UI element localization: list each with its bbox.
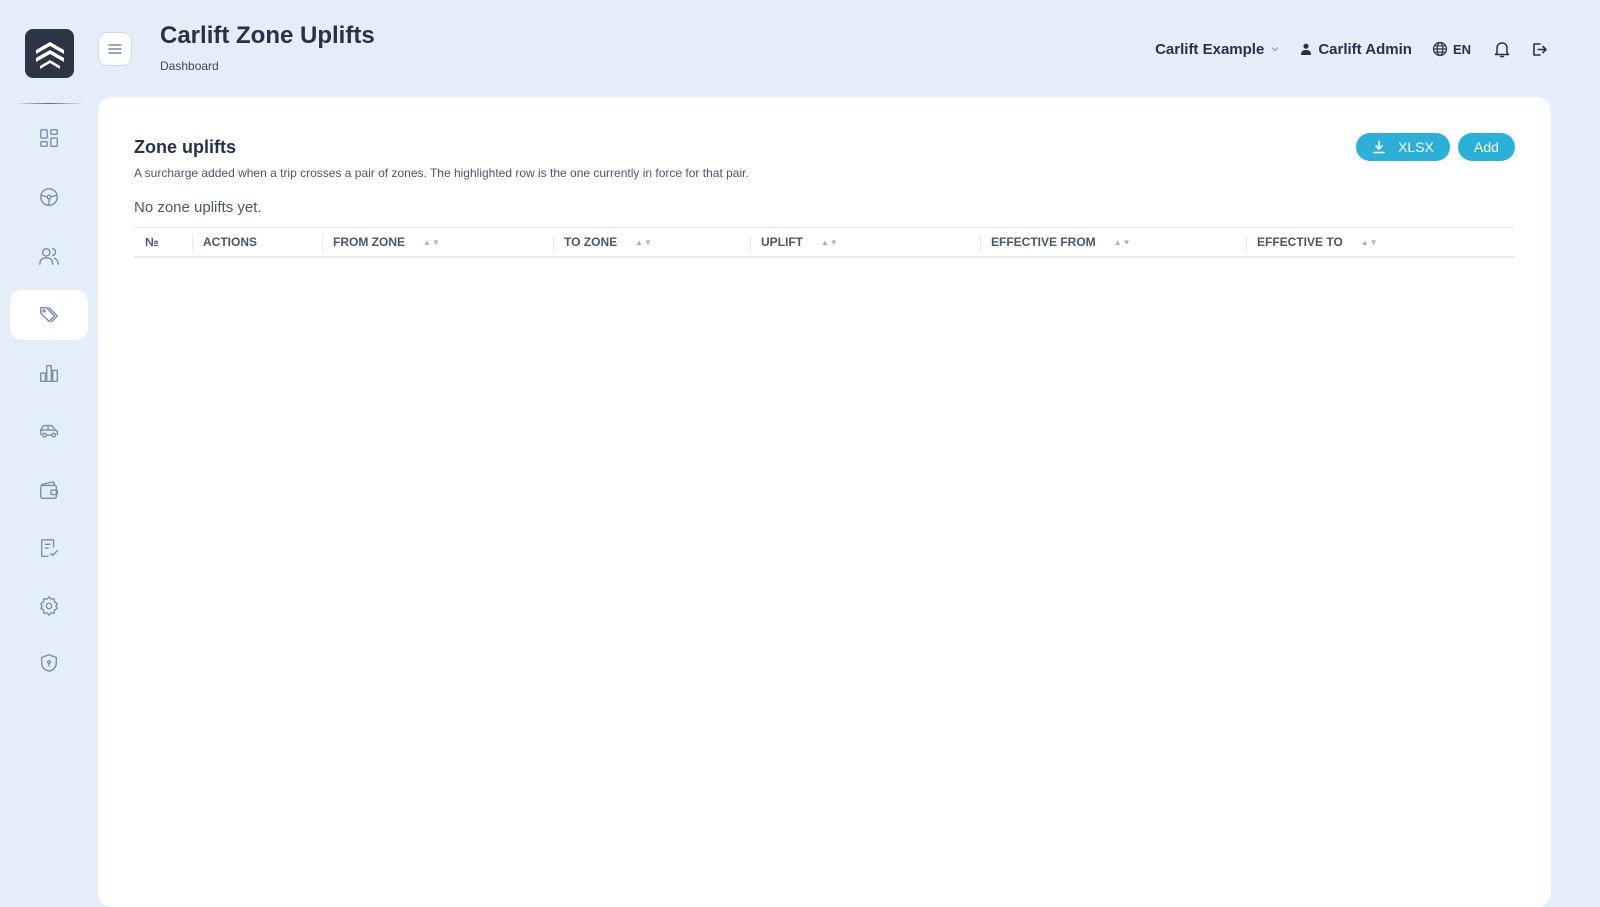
company-name: Carlift Example [1155, 40, 1265, 58]
dashboard-icon [40, 129, 58, 147]
column-label: EFFECTIVE TO [1257, 235, 1343, 249]
column-label: № [145, 235, 159, 249]
sidebar-item-reports[interactable] [10, 348, 88, 398]
sidebar-item-pricing[interactable] [10, 290, 88, 340]
sidebar-item-security[interactable] [10, 638, 88, 688]
page-title: Carlift Zone Uplifts [160, 22, 375, 49]
section-title: Zone uplifts [134, 137, 236, 157]
tags-icon [40, 306, 58, 323]
sort-icon[interactable]: ▲▼ [423, 238, 441, 247]
column-header-number: № [134, 228, 192, 256]
sidebar-item-wallet[interactable] [10, 465, 88, 515]
column-header-actions: ACTIONS [192, 228, 322, 256]
sidebar-item-vehicles[interactable] [10, 406, 88, 456]
language-code: EN [1452, 41, 1471, 57]
column-header-uplift[interactable]: UPLIFT ▲▼ [750, 228, 980, 256]
sidebar [0, 0, 98, 900]
user-name: Carlift Admin [1318, 40, 1412, 58]
logout-button[interactable] [1531, 41, 1548, 58]
column-label: ACTIONS [203, 235, 257, 249]
user-menu[interactable]: Carlift Admin [1300, 41, 1412, 58]
wallet-icon [40, 481, 58, 499]
notifications-button[interactable] [1493, 40, 1511, 58]
sidebar-item-dashboard[interactable] [10, 113, 88, 163]
users-icon [39, 247, 59, 265]
column-label: UPLIFT [761, 235, 803, 249]
logo-chevrons-icon [35, 41, 64, 69]
settings-icon [40, 596, 58, 616]
breadcrumb[interactable]: Dashboard [160, 59, 219, 73]
column-header-to-zone[interactable]: TO ZONE ▲▼ [553, 228, 750, 256]
empty-state-message: No zone uplifts yet. [134, 199, 262, 216]
sort-icon[interactable]: ▲▼ [821, 238, 839, 247]
car-icon [40, 424, 58, 438]
topbar-actions: Carlift Example Carlift Admin EN [1155, 38, 1548, 60]
sidebar-item-settings[interactable] [10, 581, 88, 631]
export-xlsx-button[interactable]: XLSX [1356, 133, 1450, 161]
sidebar-divider [15, 103, 83, 104]
section-description: A surcharge added when a trip crosses a … [134, 166, 749, 180]
table-header: № ACTIONS FROM ZONE ▲▼ TO ZONE ▲▼ UPLIFT… [134, 227, 1515, 258]
sidebar-item-users[interactable] [10, 231, 88, 281]
globe-icon [1432, 41, 1448, 57]
user-icon [1301, 43, 1312, 55]
column-label: TO ZONE [564, 235, 618, 249]
sidebar-item-tasks[interactable] [10, 523, 88, 573]
download-icon [1373, 140, 1385, 154]
column-header-effective-from[interactable]: EFFECTIVE FROM ▲▼ [980, 228, 1246, 256]
column-label: FROM ZONE [333, 235, 405, 249]
hamburger-icon [108, 44, 122, 54]
company-selector[interactable]: Carlift Example [1155, 41, 1280, 58]
steering-wheel-icon [40, 188, 58, 206]
language-selector[interactable]: EN [1432, 41, 1471, 57]
export-xlsx-label: XLSX [1398, 139, 1434, 155]
logo[interactable] [25, 29, 74, 78]
chevron-down-icon [1271, 47, 1279, 52]
logout-icon [1533, 42, 1547, 56]
sort-icon[interactable]: ▲▼ [1361, 238, 1379, 247]
menu-toggle-button[interactable] [98, 32, 132, 66]
column-header-effective-to[interactable]: EFFECTIVE TO ▲▼ [1246, 228, 1515, 256]
chart-icon [40, 364, 58, 382]
column-header-from-zone[interactable]: FROM ZONE ▲▼ [322, 228, 553, 256]
main-card: Zone uplifts A surcharge added when a tr… [98, 97, 1551, 907]
shield-icon [40, 654, 58, 672]
sort-icon[interactable]: ▲▼ [635, 238, 653, 247]
checklist-icon [40, 539, 58, 557]
sidebar-item-drivers[interactable] [10, 172, 88, 222]
sort-icon[interactable]: ▲▼ [1114, 238, 1132, 247]
column-label: EFFECTIVE FROM [991, 235, 1096, 249]
bell-icon [1494, 42, 1510, 58]
add-button[interactable]: Add [1458, 133, 1515, 161]
